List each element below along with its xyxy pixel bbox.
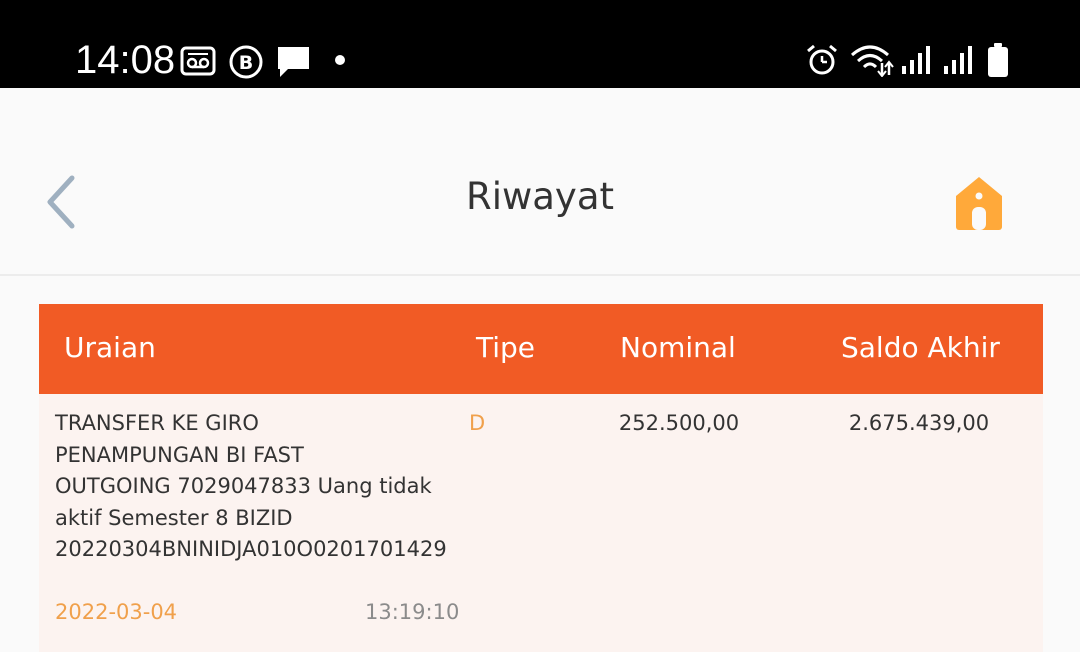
page-title: Riwayat [466, 175, 614, 218]
home-button[interactable] [952, 174, 1006, 232]
transaction-date: 2022-03-04 [55, 600, 178, 624]
table-row[interactable]: TRANSFER KE GIRO PENAMPUNGAN BI FAST OUT… [39, 394, 1043, 652]
column-header-tipe: Tipe [476, 331, 536, 364]
column-header-nominal: Nominal [620, 331, 736, 364]
transaction-type: D [469, 411, 486, 435]
home-icon [956, 177, 1002, 230]
svg-text:B: B [239, 52, 253, 74]
signal-icon [902, 46, 930, 74]
wifi-icon [851, 45, 894, 77]
transaction-amount: 252.500,00 [618, 411, 740, 435]
voicemail-icon [180, 46, 216, 76]
battery-icon [988, 43, 1008, 77]
transaction-description: TRANSFER KE GIRO PENAMPUNGAN BI FAST OUT… [55, 411, 447, 561]
b-circle-icon: B [229, 45, 263, 79]
table-header: Uraian Tipe Nominal Saldo Akhir [39, 304, 1043, 394]
signal-icon [944, 46, 972, 74]
transaction-time: 13:19:10 [365, 600, 460, 624]
dot-icon [335, 55, 345, 65]
status-time: 14:08 [75, 38, 176, 82]
status-bar: 14:08 B [0, 0, 1080, 88]
ending-balance: 2.675.439,00 [848, 411, 990, 435]
alarm-icon [807, 44, 837, 75]
column-header-saldo-akhir: Saldo Akhir [841, 331, 1000, 364]
column-header-uraian: Uraian [64, 331, 156, 364]
message-icon [278, 47, 309, 77]
